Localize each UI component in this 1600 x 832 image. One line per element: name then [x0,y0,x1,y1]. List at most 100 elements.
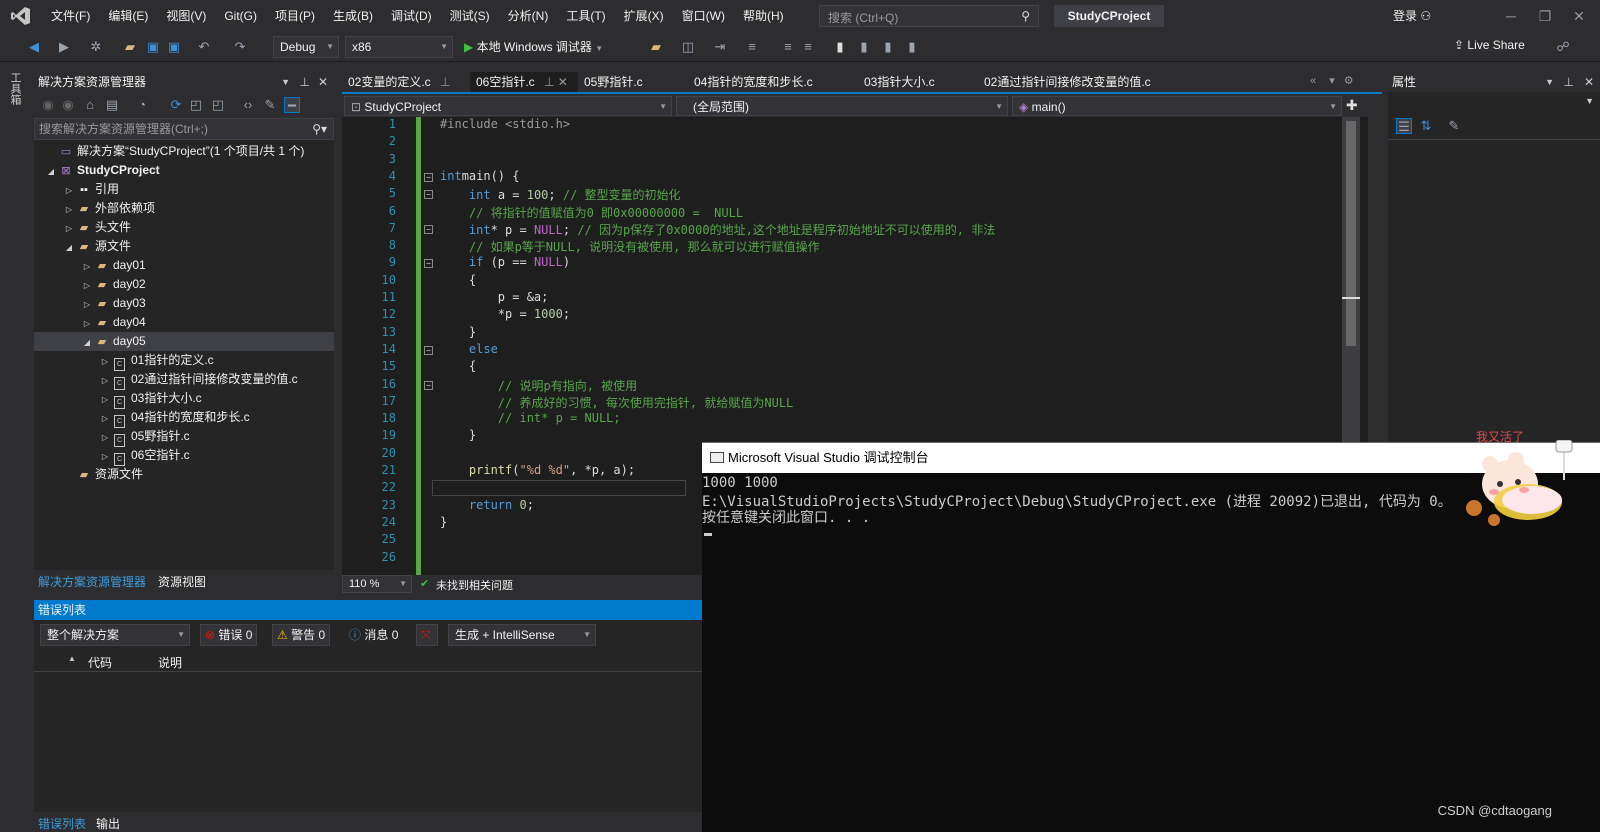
expand-icon[interactable]: ▷ [98,390,112,409]
fold-toggle-icon[interactable]: − [424,172,433,182]
comment-icon[interactable]: ≡ [780,39,796,55]
menu-item[interactable]: 编辑(E) [99,0,157,32]
close-window-button[interactable]: ✕ [1562,0,1596,32]
redo-icon[interactable]: ↷ [232,39,248,55]
menu-item[interactable]: Git(G) [215,0,266,32]
clear-bookmarks-icon[interactable]: ▮ [904,39,920,55]
login-link[interactable]: 登录 ⚇ [1393,0,1431,32]
column-code[interactable]: 代码 [88,654,112,671]
pending-changes-icon[interactable]: ◔ [134,97,150,113]
expand-icon[interactable]: ▷ [62,219,76,238]
tree-item[interactable]: ◢ ▰ 源文件 [34,237,334,256]
tab-error-list[interactable]: 错误列表 [38,815,86,832]
close-icon[interactable]: ✕ [1584,72,1594,92]
expand-icon[interactable]: ▷ [80,257,94,276]
expand-icon[interactable]: ▷ [80,295,94,314]
browse-icon[interactable]: ▰ [648,39,664,55]
tab-solution-explorer[interactable]: 解决方案资源管理器 [38,573,146,590]
menu-item[interactable]: 工具(T) [557,0,614,32]
next-bookmark-icon[interactable]: ▮ [880,39,896,55]
platform-dropdown[interactable]: x86 ▼ [345,36,453,58]
editor-tab[interactable]: 06空指针.c ⊥ ✕ [470,72,578,92]
tree-item[interactable]: ▷ ▰ day01 [34,256,334,275]
show-all-files-icon[interactable]: ◰ [210,97,226,113]
tree-item[interactable]: ▷ C 03指针大小.c [34,389,334,409]
back-icon[interactable]: ◀ [26,39,42,55]
uncomment-icon[interactable]: ≡ [800,39,816,55]
format-icon[interactable]: ≡ [744,39,760,55]
categorized-icon[interactable]: ☰ [1396,118,1412,134]
tree-item[interactable]: ▷ ▰ 头文件 [34,218,334,237]
switch-views-icon[interactable]: ▤ [104,97,120,113]
dropdown-icon[interactable]: ▼ [281,72,290,92]
forward-icon[interactable]: ▶ [56,39,72,55]
pin-icon[interactable]: ⊥ [1564,72,1574,92]
toolbox-tab[interactable]: 工具箱 [9,72,23,105]
scope-dropdown[interactable]: 整个解决方案 ▼ [40,624,190,646]
tree-item[interactable]: ▷ ▰ 外部依赖项 [34,199,334,218]
clear-filter-button[interactable]: ⤧ [416,624,438,646]
pin-icon[interactable]: ⊥ [300,72,310,92]
quick-search-input[interactable]: 搜索 (Ctrl+Q) ⚲ [819,5,1039,27]
tab-resource-view[interactable]: 资源视图 [158,573,206,590]
menu-item[interactable]: 帮助(H) [734,0,793,32]
home-icon[interactable]: ⌂ [82,97,98,113]
menu-item[interactable]: 窗口(W) [673,0,734,32]
tree-item[interactable]: ▭ 解决方案“StudyCProject”(1 个项目/共 1 个) [34,142,334,161]
messages-filter-button[interactable]: ⓘ 消息 0 [344,624,403,646]
nav-scope-dropdown[interactable]: (全局范围) ▼ [676,96,1008,116]
menu-item[interactable]: 测试(S) [441,0,499,32]
alphabetical-icon[interactable]: ⇅ [1418,118,1434,134]
tab-output[interactable]: 输出 [96,815,120,832]
tree-item[interactable]: ▷ C 04指针的宽度和步长.c [34,408,334,428]
expand-icon[interactable]: ▷ [98,447,112,466]
new-project-icon[interactable]: ✲ [88,39,104,55]
sync-icon[interactable]: ⟳ [168,97,184,113]
minimize-button[interactable]: ─ [1494,0,1528,32]
issues-status[interactable]: 未找到相关问题 [436,577,513,593]
tree-item[interactable]: ▷ ▰ day03 [34,294,334,313]
tree-item[interactable]: ▷ C 01指针的定义.c [34,351,334,371]
menu-item[interactable]: 文件(F) [42,0,99,32]
expand-icon[interactable]: ▷ [98,409,112,428]
tree-item[interactable]: ◢ ⊠ StudyCProject [34,161,334,180]
zoom-dropdown[interactable]: 110 % ▼ [342,575,412,593]
fold-toggle-icon[interactable]: − [424,345,433,355]
split-icon[interactable]: ✚ [1346,97,1358,114]
warnings-filter-button[interactable]: ⚠ 警告 0 [272,624,331,646]
expand-icon[interactable]: ▷ [80,314,94,333]
editor-tab[interactable]: 02变量的定义.c ⊥ [342,72,470,92]
nav-func-dropdown[interactable]: ◈ main() ▼ [1012,96,1342,116]
expand-icon[interactable]: ▷ [98,371,112,390]
expand-icon[interactable]: ▷ [62,200,76,219]
build-filter-dropdown[interactable]: 生成 + IntelliSense ▼ [448,624,596,646]
menu-item[interactable]: 视图(V) [157,0,215,32]
prev-bookmark-icon[interactable]: ▮ [856,39,872,55]
expand-icon[interactable]: ◢ [80,333,94,352]
diagnostics-icon[interactable]: ◫ [680,39,696,55]
scroll-left-icon[interactable]: « [1310,75,1316,87]
menu-item[interactable]: 项目(P) [266,0,324,32]
menu-item[interactable]: 扩展(X) [615,0,673,32]
start-debug-button[interactable]: ▶ 本地 Windows 调试器 ▼ [464,38,603,55]
undo-icon[interactable]: ↶ [196,39,212,55]
preview-icon[interactable]: ━ [284,97,300,113]
solution-search-input[interactable]: 搜索解决方案资源管理器(Ctrl+;) ⚲▾ [34,118,334,140]
editor-tab[interactable]: 02通过指针间接修改变量的值.c [978,72,1178,92]
close-tab-icon[interactable]: ⊥ ✕ [541,75,568,89]
fold-toggle-icon[interactable]: − [424,224,433,234]
tree-item[interactable]: ▰ 资源文件 [34,465,334,484]
tree-item[interactable]: ▷ ▰ day04 [34,313,334,332]
dropdown-icon[interactable]: ▼ [1545,72,1554,92]
dropdown-icon[interactable]: ▾ [1329,75,1335,87]
editor-tab[interactable]: 04指针的宽度和步长.c [688,72,858,92]
property-pages-icon[interactable]: ✎ [1446,118,1462,134]
tree-item[interactable]: ▷ C 06空指针.c [34,446,334,466]
collapse-all-icon[interactable]: ◰ [188,97,204,113]
expand-icon[interactable]: ▷ [62,181,76,200]
expand-icon[interactable]: ▷ [80,276,94,295]
menu-item[interactable]: 生成(B) [324,0,382,32]
expand-icon[interactable]: ◢ [44,162,58,181]
expand-icon[interactable]: ▷ [98,352,112,371]
save-icon[interactable]: ▣ [145,39,161,55]
